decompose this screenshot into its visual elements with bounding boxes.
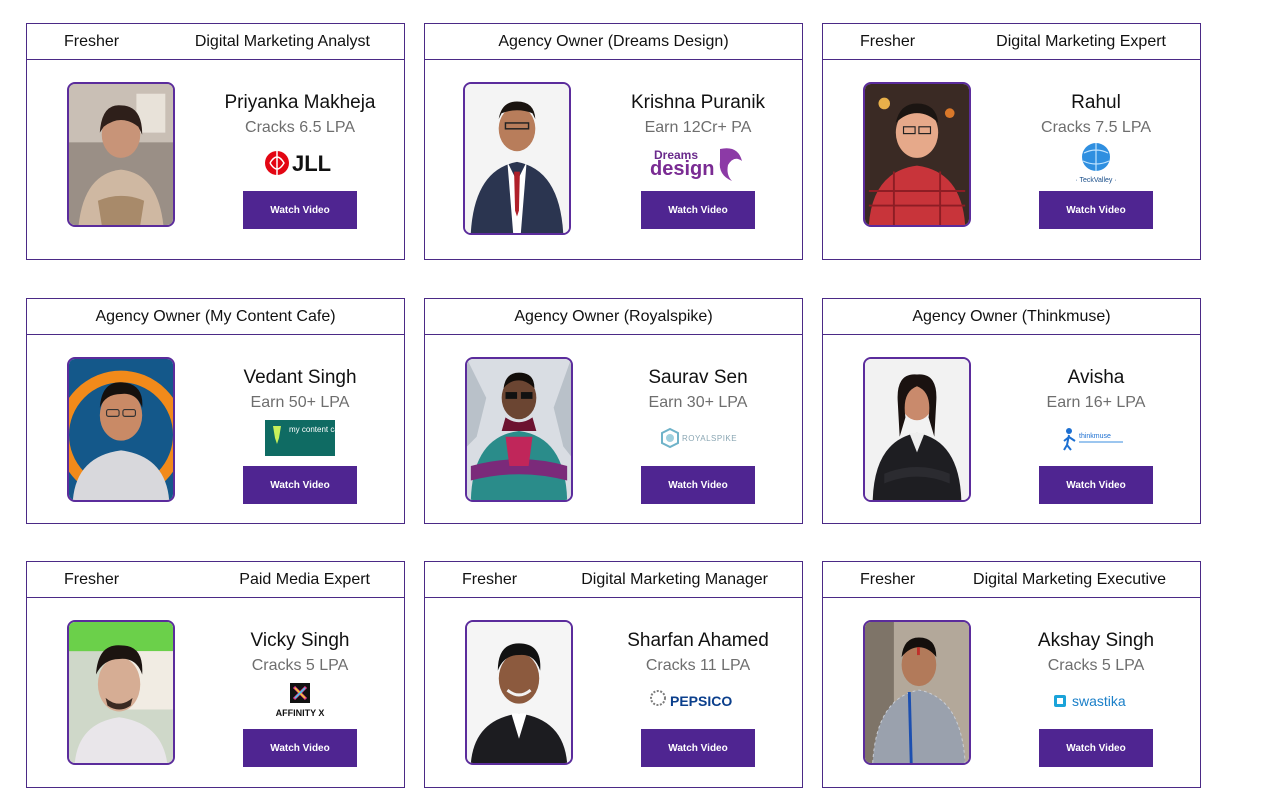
watch-video-button[interactable]: Watch Video (1039, 191, 1153, 229)
testimonial-card-5: Agency Owner (Royalspike) Saurav Sen Ear… (424, 298, 803, 524)
status-label: Fresher (860, 32, 916, 50)
watch-video-button[interactable]: Watch Video (243, 729, 357, 767)
card-header: Agency Owner (My Content Cafe) (27, 299, 404, 335)
my-content-cafe-logo-icon: my content cafe (211, 416, 389, 460)
salary-text: Earn 12Cr+ PA (644, 119, 752, 136)
role-label: Digital Marketing Manager (581, 570, 768, 588)
watch-video-button[interactable]: Watch Video (641, 729, 755, 767)
logo-text: AFFINITY X (276, 708, 325, 718)
person-name: Vicky Singh (250, 630, 350, 651)
profile-photo (463, 82, 571, 235)
person-name: Saurav Sen (648, 367, 748, 388)
watch-video-button[interactable]: Watch Video (641, 191, 755, 229)
person-name: Krishna Puranik (630, 92, 766, 113)
person-info: Krishna Puranik Earn 12Cr+ PA Dreams des… (609, 92, 787, 229)
salary-text: Cracks 5 LPA (251, 657, 349, 674)
salary-text: Cracks 5 LPA (1047, 657, 1145, 674)
salary-text: Cracks 11 LPA (645, 657, 751, 674)
watch-video-button[interactable]: Watch Video (243, 466, 357, 504)
person-info: Rahul Cracks 7.5 LPA · TeckValley · Watc… (1007, 92, 1185, 229)
testimonial-card-2: Agency Owner (Dreams Design) Krishna Pur… (424, 23, 803, 260)
card-header: Fresher Digital Marketing Analyst (27, 24, 404, 60)
status-label: Fresher (860, 570, 916, 588)
person-info: Vicky Singh Cracks 5 LPA AFFINITY X Watc… (211, 630, 389, 767)
person-info: Avisha Earn 16+ LPA thinkmuse Watch Vide… (1007, 367, 1185, 504)
profile-photo (863, 82, 971, 227)
testimonial-card-9: Fresher Digital Marketing Executive Aksh… (822, 561, 1201, 788)
role-label: Agency Owner (Dreams Design) (498, 32, 729, 50)
card-header: Fresher Digital Marketing Expert (823, 24, 1200, 60)
role-label: Agency Owner (My Content Cafe) (95, 307, 336, 325)
testimonial-card-7: Fresher Paid Media Expert Vicky Singh Cr… (26, 561, 405, 788)
jll-logo-icon: JLL (211, 141, 389, 185)
profile-photo (67, 82, 175, 227)
swastika-logo-icon: swastika (1007, 679, 1185, 723)
person-info: Vedant Singh Earn 50+ LPA my content caf… (211, 367, 389, 504)
status-label: Fresher (462, 570, 518, 588)
person-name: Priyanka Makheja (224, 92, 376, 113)
profile-photo (67, 620, 175, 765)
testimonial-card-6: Agency Owner (Thinkmuse) Avisha Earn 16+… (822, 298, 1201, 524)
testimonial-card-8: Fresher Digital Marketing Manager Sharfa… (424, 561, 803, 788)
role-label: Digital Marketing Analyst (194, 32, 370, 50)
salary-text: Earn 30+ LPA (648, 394, 748, 411)
status-label: Fresher (64, 570, 120, 588)
royalspike-logo-icon: ROYALSPIKE (609, 416, 787, 460)
logo-text: ROYALSPIKE (682, 434, 737, 443)
pepsico-logo-icon: PEPSICO (609, 679, 787, 723)
testimonial-card-4: Agency Owner (My Content Cafe) Vedant Si… (26, 298, 405, 524)
role-label: Agency Owner (Royalspike) (514, 307, 713, 325)
watch-video-button[interactable]: Watch Video (1039, 729, 1153, 767)
person-name: Akshay Singh (1037, 630, 1155, 651)
salary-text: Cracks 6.5 LPA (245, 119, 355, 136)
card-header: Fresher Digital Marketing Manager (425, 562, 802, 598)
role-label: Digital Marketing Expert (996, 32, 1166, 50)
watch-video-button[interactable]: Watch Video (641, 466, 755, 504)
person-info: Akshay Singh Cracks 5 LPA swastika Watch… (1007, 630, 1185, 767)
logo-text: my content cafe (289, 425, 335, 434)
svg-text:· TeckValley ·: · TeckValley · (1075, 177, 1116, 184)
person-name: Sharfan Ahamed (627, 630, 769, 651)
teckvalley-logo-icon: · TeckValley · (1007, 141, 1185, 185)
person-info: Priyanka Makheja Cracks 6.5 LPA JLL Watc… (211, 92, 389, 229)
card-header: Agency Owner (Royalspike) (425, 299, 802, 335)
svg-text:design: design (650, 158, 714, 180)
watch-video-button[interactable]: Watch Video (243, 191, 357, 229)
logo-text: swastika (1072, 693, 1126, 709)
person-name: Avisha (1067, 367, 1125, 388)
affinity-x-logo-icon: AFFINITY X (211, 679, 389, 723)
person-info: Saurav Sen Earn 30+ LPA ROYALSPIKE Watch… (609, 367, 787, 504)
logo-text: TeckValley (1079, 177, 1112, 184)
person-info: Sharfan Ahamed Cracks 11 LPA PEPSICO Wat… (609, 630, 787, 767)
profile-photo (67, 357, 175, 502)
dreams-design-logo-icon: Dreams design (609, 141, 787, 185)
logo-text: JLL (292, 151, 331, 176)
testimonial-card-3: Fresher Digital Marketing Expert Rahul C… (822, 23, 1201, 260)
person-name: Rahul (1071, 92, 1121, 113)
thinkmuse-logo-icon: thinkmuse (1007, 416, 1185, 460)
profile-photo (863, 357, 971, 502)
logo-text: PEPSICO (670, 693, 732, 709)
profile-photo (863, 620, 971, 765)
card-header: Agency Owner (Dreams Design) (425, 24, 802, 60)
salary-text: Earn 50+ LPA (250, 394, 350, 411)
profile-photo (465, 620, 573, 765)
salary-text: Cracks 7.5 LPA (1041, 119, 1151, 136)
card-header: Fresher Digital Marketing Executive (823, 562, 1200, 598)
salary-text: Earn 16+ LPA (1046, 394, 1146, 411)
profile-photo (465, 357, 573, 502)
watch-video-button[interactable]: Watch Video (1039, 466, 1153, 504)
role-label: Agency Owner (Thinkmuse) (912, 307, 1111, 325)
role-label: Digital Marketing Executive (973, 570, 1166, 588)
logo-text: thinkmuse (1079, 433, 1111, 440)
testimonial-card-1: Fresher Digital Marketing Analyst Priyan… (26, 23, 405, 260)
status-label: Fresher (64, 32, 120, 50)
card-header: Fresher Paid Media Expert (27, 562, 404, 598)
card-header: Agency Owner (Thinkmuse) (823, 299, 1200, 335)
person-name: Vedant Singh (243, 367, 357, 388)
role-label: Paid Media Expert (239, 570, 370, 588)
